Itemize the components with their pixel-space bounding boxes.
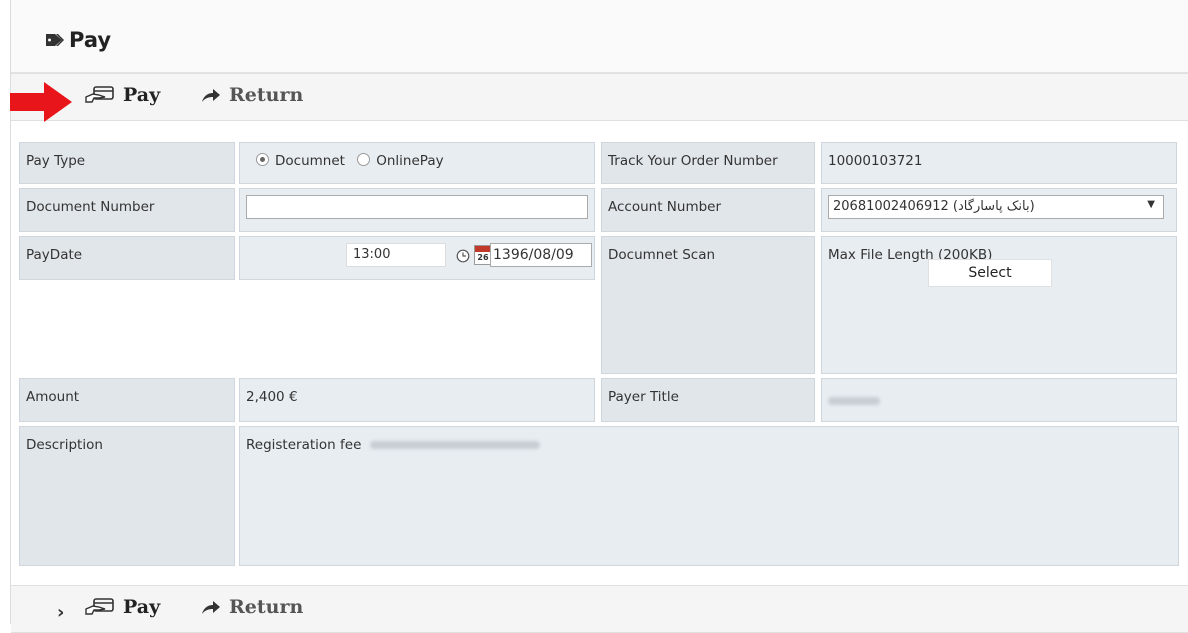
title-bar: Pay (11, 0, 1188, 73)
description-label: Description (26, 437, 103, 453)
pay-type-label: Pay Type (26, 153, 86, 169)
amount-label-cell: Amount (19, 378, 235, 422)
page-frame: Pay Pay Return Pay Return › Pay Type Doc… (10, 0, 1188, 633)
radio-documnet-label: Documnet (275, 153, 345, 169)
arrow-right-icon (202, 601, 220, 614)
page-title-text: Pay (69, 28, 112, 52)
pay-button-bottom[interactable]: Pay (85, 596, 160, 618)
radio-documnet[interactable] (256, 153, 269, 166)
page-title: Pay (45, 28, 111, 52)
pay-button-label: Pay (123, 84, 161, 106)
return-button-label: Return (229, 596, 304, 618)
pay-button-label: Pay (123, 596, 161, 618)
arrow-right-icon (202, 89, 220, 102)
amount-field: 2,400 € (239, 378, 595, 422)
pay-type-label-cell: Pay Type (19, 142, 235, 184)
track-order-label: Track Your Order Number (608, 153, 778, 169)
top-toolbar: Pay Return (11, 73, 1188, 121)
track-order-value: 10000103721 (828, 153, 923, 169)
description-value: Registeration fee (246, 437, 362, 453)
document-scan-label: Documnet Scan (608, 247, 716, 263)
radio-onlinepay-label: OnlinePay (376, 153, 444, 169)
pay-button[interactable]: Pay (85, 84, 160, 106)
payer-title-field (821, 378, 1177, 422)
radio-onlinepay[interactable] (357, 153, 371, 166)
payer-title-redacted (828, 397, 880, 405)
time-input[interactable]: 13:00 (346, 243, 446, 267)
description-label-cell: Description (19, 426, 235, 566)
select-file-button[interactable]: Select (928, 259, 1052, 287)
payer-title-label: Payer Title (608, 389, 679, 405)
track-order-label-cell: Track Your Order Number (601, 142, 815, 184)
chevron-right-icon: › (57, 602, 65, 623)
description-field: Registeration fee (239, 426, 1179, 566)
chevron-down-icon: ▼ (1147, 199, 1155, 210)
track-order-field: 10000103721 (821, 142, 1177, 184)
pay-date-label-cell: PayDate (19, 236, 235, 280)
document-scan-label-cell: Documnet Scan (601, 236, 815, 374)
document-scan-field: Max File Length (200KB) Select (821, 236, 1177, 374)
description-redacted (369, 441, 540, 449)
document-number-label: Document Number (26, 199, 155, 215)
document-number-input[interactable] (246, 195, 588, 219)
pay-type-field: Documnet OnlinePay (239, 142, 595, 184)
account-number-label: Account Number (608, 199, 722, 215)
red-arrow-indicator (10, 82, 72, 122)
account-number-field: 20681002406912 (بانک پاسارگاد) ▼ (821, 188, 1177, 232)
account-number-select[interactable]: 20681002406912 (بانک پاسارگاد) ▼ (828, 195, 1164, 219)
pay-date-field: 13:00 26 1396/08/09 (239, 236, 595, 280)
return-button-bottom[interactable]: Return (201, 596, 303, 618)
pay-date-label: PayDate (26, 247, 83, 263)
account-number-label-cell: Account Number (601, 188, 815, 232)
amount-label: Amount (26, 389, 80, 405)
date-value: 1396/08/09 (493, 247, 574, 263)
hand-card-icon (85, 86, 114, 103)
payer-title-label-cell: Payer Title (601, 378, 815, 422)
account-number-value: 20681002406912 (بانک پاسارگاد) (833, 199, 1035, 214)
amount-value: 2,400 € (246, 389, 298, 405)
document-number-label-cell: Document Number (19, 188, 235, 232)
clock-icon[interactable] (456, 249, 470, 263)
bottom-toolbar: Pay Return (11, 585, 1188, 633)
date-input[interactable]: 1396/08/09 (490, 243, 592, 267)
return-button-label: Return (229, 84, 304, 106)
return-button[interactable]: Return (201, 84, 303, 106)
tag-icon (46, 34, 64, 46)
document-number-field (239, 188, 595, 232)
time-value: 13:00 (353, 247, 391, 262)
hand-card-icon (85, 598, 114, 615)
